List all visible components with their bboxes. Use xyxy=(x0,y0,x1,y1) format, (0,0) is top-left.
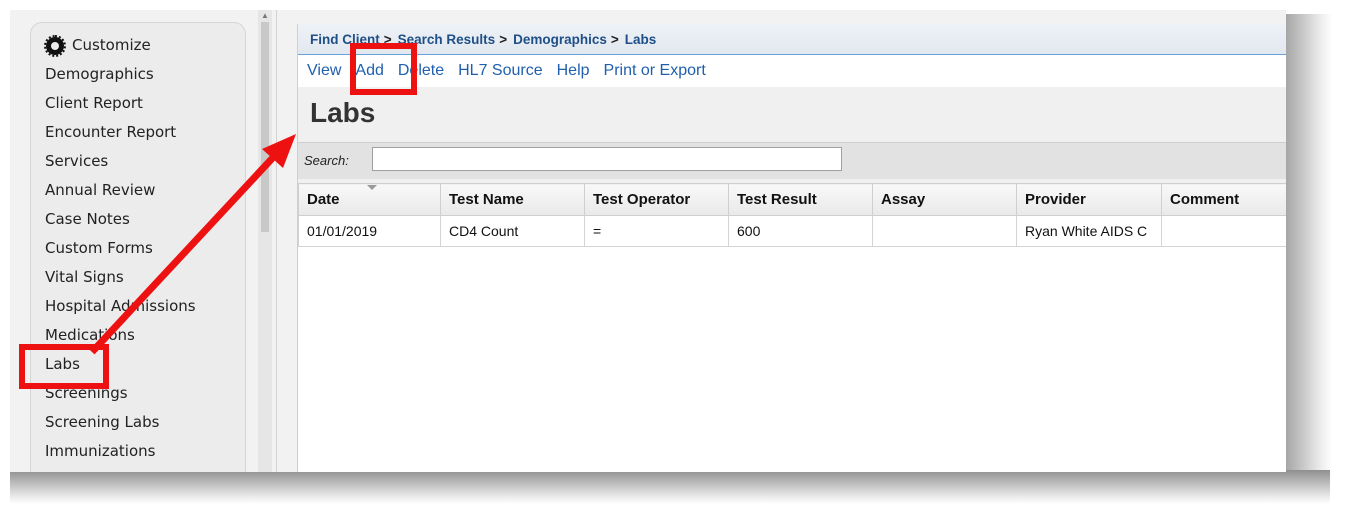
sidebar-item-custom-forms[interactable]: Custom Forms xyxy=(45,234,196,263)
frame-shadow-right xyxy=(1280,14,1332,490)
sidebar-item-hospital-admissions[interactable]: Hospital Admissions xyxy=(45,292,196,321)
scrollbar-thumb[interactable] xyxy=(261,22,269,232)
highlight-box-labs xyxy=(19,344,109,389)
frame-shadow-bottom xyxy=(10,470,1330,504)
sidebar-menu: Customize Demographics Client Report Enc… xyxy=(44,31,196,466)
sort-indicator-icon xyxy=(367,185,377,190)
cell-test-name: CD4 Count xyxy=(440,215,585,247)
table-row[interactable]: 01/01/2019 CD4 Count = 600 Ryan White AI… xyxy=(298,215,1286,247)
column-header-test-operator[interactable]: Test Operator xyxy=(584,183,729,216)
cell-test-result: 600 xyxy=(728,215,873,247)
breadcrumb-separator: > xyxy=(499,31,508,47)
sidebar-scrollbar[interactable]: ▲ xyxy=(258,10,272,472)
sidebar-item-services[interactable]: Services xyxy=(45,147,196,176)
view-link[interactable]: View xyxy=(307,62,341,80)
column-header-comment[interactable]: Comment xyxy=(1161,183,1286,216)
breadcrumb-demographics[interactable]: Demographics xyxy=(513,32,607,47)
sidebar-item-case-notes[interactable]: Case Notes xyxy=(45,205,196,234)
cell-comment xyxy=(1161,215,1286,247)
sidebar-item-client-report[interactable]: Client Report xyxy=(45,89,196,118)
hl7-source-link[interactable]: HL7 Source xyxy=(458,62,543,80)
app-window: Customize Demographics Client Report Enc… xyxy=(10,10,1286,472)
gear-icon xyxy=(44,34,66,57)
search-label: Search: xyxy=(304,153,349,168)
search-bar: Search: xyxy=(298,142,1286,179)
sidebar: Customize Demographics Client Report Enc… xyxy=(30,22,246,472)
breadcrumb: Find Client > Search Results > Demograph… xyxy=(298,24,1286,55)
breadcrumb-labs[interactable]: Labs xyxy=(625,32,657,47)
column-header-test-result[interactable]: Test Result xyxy=(728,183,873,216)
column-header-test-name[interactable]: Test Name xyxy=(440,183,585,216)
column-header-provider[interactable]: Provider xyxy=(1016,183,1162,216)
sidebar-item-label: Customize xyxy=(72,36,151,54)
labs-table: Date Test Name Test Operator Test Result… xyxy=(298,183,1286,472)
sidebar-item-customize[interactable]: Customize xyxy=(44,31,196,60)
highlight-box-add xyxy=(350,43,417,95)
sidebar-item-screening-labs[interactable]: Screening Labs xyxy=(45,408,196,437)
cell-provider: Ryan White AIDS C xyxy=(1016,215,1162,247)
cell-date: 01/01/2019 xyxy=(298,215,441,247)
cell-test-operator: = xyxy=(584,215,729,247)
sidebar-item-annual-review[interactable]: Annual Review xyxy=(45,176,196,205)
print-or-export-link[interactable]: Print or Export xyxy=(604,62,706,80)
toolbar: View Add Delete HL7 Source Help Print or… xyxy=(298,55,1286,87)
sidebar-item-immunizations[interactable]: Immunizations xyxy=(45,437,196,466)
panel-divider xyxy=(276,10,277,472)
cell-assay xyxy=(872,215,1017,247)
sidebar-item-vital-signs[interactable]: Vital Signs xyxy=(45,263,196,292)
search-input[interactable] xyxy=(372,147,842,171)
scroll-up-arrow-icon[interactable]: ▲ xyxy=(261,12,269,20)
table-header-row: Date Test Name Test Operator Test Result… xyxy=(298,183,1286,216)
sidebar-item-encounter-report[interactable]: Encounter Report xyxy=(45,118,196,147)
column-header-assay[interactable]: Assay xyxy=(872,183,1017,216)
breadcrumb-separator: > xyxy=(610,31,619,47)
sidebar-item-demographics[interactable]: Demographics xyxy=(45,60,196,89)
help-link[interactable]: Help xyxy=(557,62,590,80)
main-content: Find Client > Search Results > Demograph… xyxy=(297,24,1286,472)
page-title: Labs xyxy=(310,97,376,128)
column-header-date[interactable]: Date xyxy=(298,183,441,216)
